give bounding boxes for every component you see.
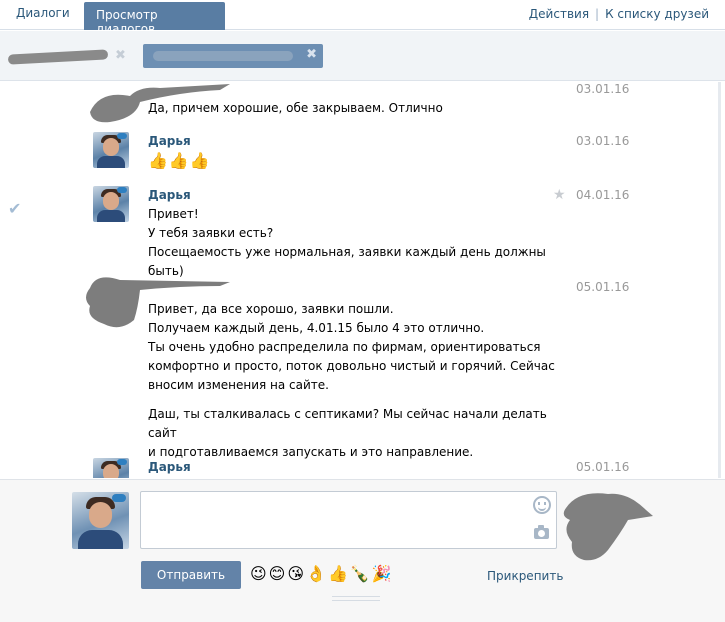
actions-link[interactable]: Действия (529, 7, 589, 21)
quick-emoji-bar[interactable]: 😉😊😘👌👍🍾🎉 (250, 564, 394, 583)
camera-icon[interactable] (534, 525, 549, 539)
message-input[interactable] (140, 491, 557, 549)
message-date: 03.01.16 (576, 82, 630, 96)
message-line: и подготавливаемся запускать и это напра… (148, 445, 474, 459)
message-line: Ты очень удобно распределила по фирмам, … (148, 340, 541, 354)
check-icon[interactable]: ✔ (8, 199, 21, 218)
friends-list-link[interactable]: К списку друзей (605, 7, 709, 21)
message-line: Да, причем хорошие, обе закрываем. Отлич… (148, 101, 443, 115)
top-tab-bar: Диалоги Просмотр диалогов Действия | К спи… (0, 0, 725, 36)
participant-chip[interactable]: ✖ (143, 44, 323, 68)
message-line: Привет, да все хорошо, заявки пошли. (148, 302, 394, 316)
attach-link[interactable]: Прикрепить (487, 569, 563, 583)
message-text: Да, причем хорошие, обе закрываем. Отлич… (148, 99, 568, 118)
redacted-participant-name (153, 51, 293, 61)
message-line: Привет! (148, 207, 199, 221)
avatar[interactable] (93, 458, 129, 478)
tab-dialogs[interactable]: Диалоги (16, 6, 70, 20)
resize-grip-icon[interactable] (332, 596, 380, 601)
participants-strip: ✖ ✖ (0, 31, 725, 81)
composer: Отправить 😉😊😘👌👍🍾🎉 Прикрепить (0, 479, 725, 622)
redacted-avatar (563, 493, 653, 561)
message-author[interactable]: Дарья (148, 188, 191, 202)
star-icon[interactable]: ★ (553, 187, 566, 203)
message-date: 04.01.16 (576, 188, 630, 202)
message-line: Получаем каждый день, 4.01.15 было 4 это… (148, 321, 485, 335)
actions-separator: | (595, 7, 600, 21)
message-date: 05.01.16 (576, 280, 630, 294)
close-icon[interactable]: ✖ (115, 48, 126, 63)
redacted-participant (7, 49, 109, 65)
thumbs-up-emoji: 👍👍👍 (148, 151, 211, 170)
avatar[interactable] (93, 132, 129, 168)
message-date: 03.01.16 (576, 134, 630, 148)
message-author[interactable]: Дарья (148, 460, 191, 474)
scrollbar[interactable] (718, 82, 721, 478)
send-button[interactable]: Отправить (141, 561, 241, 589)
message-author[interactable]: Дарья (148, 134, 191, 148)
message-line: У тебя заявки есть? (148, 226, 274, 240)
message-line: вносим изменения на сайте. (148, 378, 329, 392)
close-icon[interactable]: ✖ (306, 47, 317, 62)
top-actions: Действия | К списку друзей (529, 7, 709, 21)
smile-icon[interactable] (533, 496, 551, 514)
message-date: 05.01.16 (576, 460, 630, 474)
avatar[interactable] (72, 492, 129, 549)
message-line: комфортно и просто, поток довольно чисты… (148, 359, 555, 373)
message-text: Привет, да все хорошо, заявки пошли. Пол… (148, 300, 568, 462)
message-line: Даш, ты сталкивалась с септиками? Мы сей… (148, 407, 547, 440)
tab-view-dialog[interactable]: Просмотр диалогов (84, 2, 225, 36)
avatar[interactable] (93, 186, 129, 222)
message-history[interactable]: 03.01.16 Да, причем хорошие, обе закрыва… (0, 82, 725, 478)
